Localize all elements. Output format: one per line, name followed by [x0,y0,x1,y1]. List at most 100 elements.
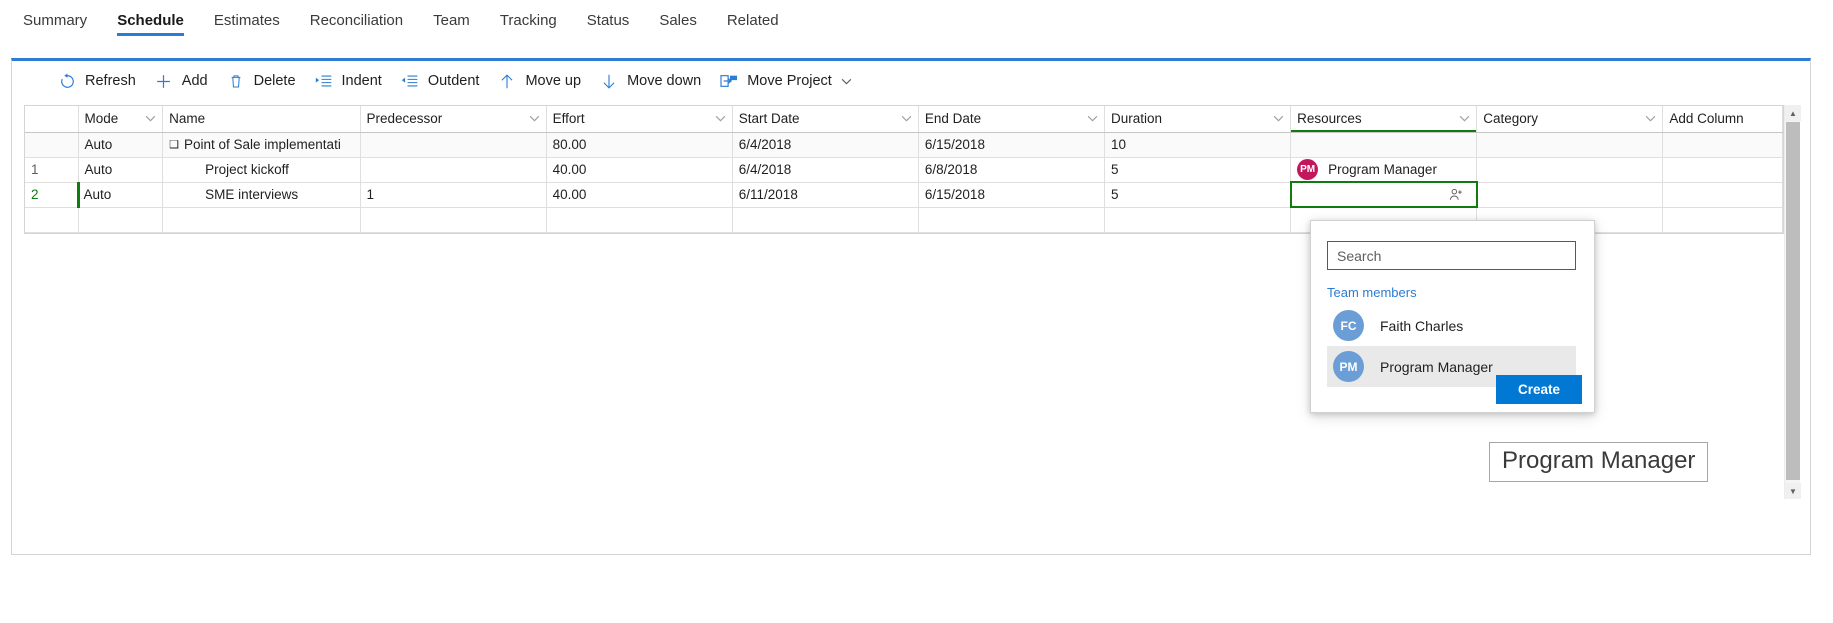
search-input[interactable] [1327,241,1576,270]
tab-team[interactable]: Team [418,0,485,41]
move-project-icon [719,71,739,91]
cell-end-date[interactable]: 6/15/2018 [918,182,1106,208]
chevron-down-icon[interactable] [145,115,156,122]
cell-duration[interactable] [1104,207,1292,233]
tab-tracking[interactable]: Tracking [485,0,572,41]
outdent-button[interactable]: Outdent [391,61,489,101]
add-person-icon[interactable] [1449,188,1464,202]
col-header-mode[interactable]: Mode [78,106,164,133]
tab-reconciliation[interactable]: Reconciliation [295,0,418,41]
create-button[interactable]: Create [1495,375,1582,404]
cell-end-date[interactable]: 6/8/2018 [918,157,1106,183]
cell-effort[interactable] [546,207,733,233]
tab-related[interactable]: Related [712,0,794,41]
scroll-down-arrow-icon[interactable]: ▼ [1785,483,1801,499]
cell-category[interactable] [1476,182,1664,208]
cell-predecessor[interactable] [360,132,547,158]
chevron-down-icon[interactable] [529,115,540,122]
cell-name[interactable] [162,207,361,233]
task-name: Project kickoff [205,162,289,177]
move-down-button[interactable]: Move down [590,61,710,101]
outdent-label: Outdent [427,73,480,89]
cell-effort[interactable]: 80.00 [546,132,733,158]
col-label: Mode [84,111,119,127]
cell-name[interactable]: ❑ Point of Sale implementati [162,132,361,158]
table-row[interactable]: 1 Auto Project kickoff 40.00 6/4/2018 6/… [25,157,1783,183]
team-members-label: Team members [1327,285,1417,300]
cell-mode[interactable]: Auto [76,182,164,208]
col-header-add-column[interactable]: Add Column [1662,106,1783,133]
grid-vertical-scrollbar[interactable]: ▲ ▼ [1784,105,1801,499]
member-name: Faith Charles [1380,317,1464,334]
col-header-predecessor[interactable]: Predecessor [360,106,547,133]
scroll-up-arrow-icon[interactable]: ▲ [1785,105,1801,121]
cell-predecessor[interactable]: 1 [360,182,547,208]
chevron-down-icon[interactable] [1273,115,1284,122]
cell-resources[interactable] [1290,132,1478,158]
col-header-start-date[interactable]: Start Date [732,106,919,133]
cell-end-date[interactable] [918,207,1106,233]
resource-picker-flyout: Team members FC Faith Charles PM Program… [1310,220,1595,413]
col-header-duration[interactable]: Duration [1104,106,1292,133]
tab-schedule[interactable]: Schedule [102,0,199,41]
schedule-table: Mode Name Predecessor Effort Start Date … [25,106,1783,233]
cell-category[interactable] [1476,132,1664,158]
indent-label: Indent [341,73,382,89]
collapse-chevron-icon[interactable]: ❑ [169,138,179,151]
indent-button[interactable]: Indent [305,61,391,101]
cell-duration[interactable]: 5 [1104,157,1292,183]
chevron-down-icon[interactable] [1645,115,1656,122]
indent-icon [314,71,334,91]
cell-start-date[interactable] [732,207,919,233]
move-up-label: Move up [525,73,582,89]
cell-duration[interactable]: 10 [1104,132,1292,158]
cell-name[interactable]: SME interviews [162,182,361,208]
resource-name: Program Manager [1328,161,1437,177]
chevron-down-icon[interactable] [901,115,912,122]
row-number [25,207,79,233]
cell-start-date[interactable]: 6/4/2018 [732,132,919,158]
scrollbar-thumb[interactable] [1786,122,1800,480]
cell-start-date[interactable]: 6/4/2018 [732,157,919,183]
cell-mode[interactable]: Auto [78,157,164,183]
col-header-effort[interactable]: Effort [546,106,733,133]
cell-start-date[interactable]: 6/11/2018 [732,182,919,208]
list-item[interactable]: FC Faith Charles [1327,305,1576,346]
cell-effort[interactable]: 40.00 [546,157,733,183]
delete-button[interactable]: Delete [217,61,305,101]
move-up-button[interactable]: Move up [488,61,590,101]
cell-name[interactable]: Project kickoff [162,157,361,183]
cell-resources[interactable]: PM Program Manager [1290,157,1478,183]
cell-category[interactable] [1476,157,1664,183]
cell-predecessor[interactable] [360,207,547,233]
col-header-resources[interactable]: Resources [1290,106,1478,133]
cell-resources-active[interactable] [1289,181,1478,208]
cell-effort[interactable]: 40.00 [546,182,733,208]
tab-estimates[interactable]: Estimates [199,0,295,41]
task-name: Point of Sale implementati [183,137,341,152]
col-header-end-date[interactable]: End Date [918,106,1106,133]
cell-mode[interactable] [78,207,164,233]
move-down-label: Move down [627,73,702,89]
refresh-label: Refresh [85,73,136,89]
refresh-button[interactable]: Refresh [48,61,145,101]
avatar: PM [1333,351,1364,382]
move-project-button[interactable]: Move Project [710,61,861,101]
table-row[interactable]: Auto ❑ Point of Sale implementati 80.00 6… [25,132,1783,158]
add-button[interactable]: Add [145,61,217,101]
tab-summary[interactable]: Summary [8,0,102,41]
col-label: Name [169,111,206,127]
chevron-down-icon[interactable] [1087,115,1098,122]
cell-predecessor[interactable] [360,157,547,183]
table-row[interactable]: 2 Auto SME interviews 1 40.00 6/11/2018 … [25,181,1783,208]
tab-sales[interactable]: Sales [644,0,712,41]
tab-status[interactable]: Status [572,0,645,41]
chevron-down-icon[interactable] [1459,115,1470,122]
col-header-category[interactable]: Category [1476,106,1664,133]
chevron-down-icon[interactable] [715,115,726,122]
cell-duration[interactable]: 5 [1104,182,1292,208]
command-bar: Refresh Add Delete Indent Outdent Move u… [12,61,1810,101]
cell-mode[interactable]: Auto [78,132,164,158]
col-header-name[interactable]: Name [162,106,361,133]
cell-end-date[interactable]: 6/15/2018 [918,132,1106,158]
